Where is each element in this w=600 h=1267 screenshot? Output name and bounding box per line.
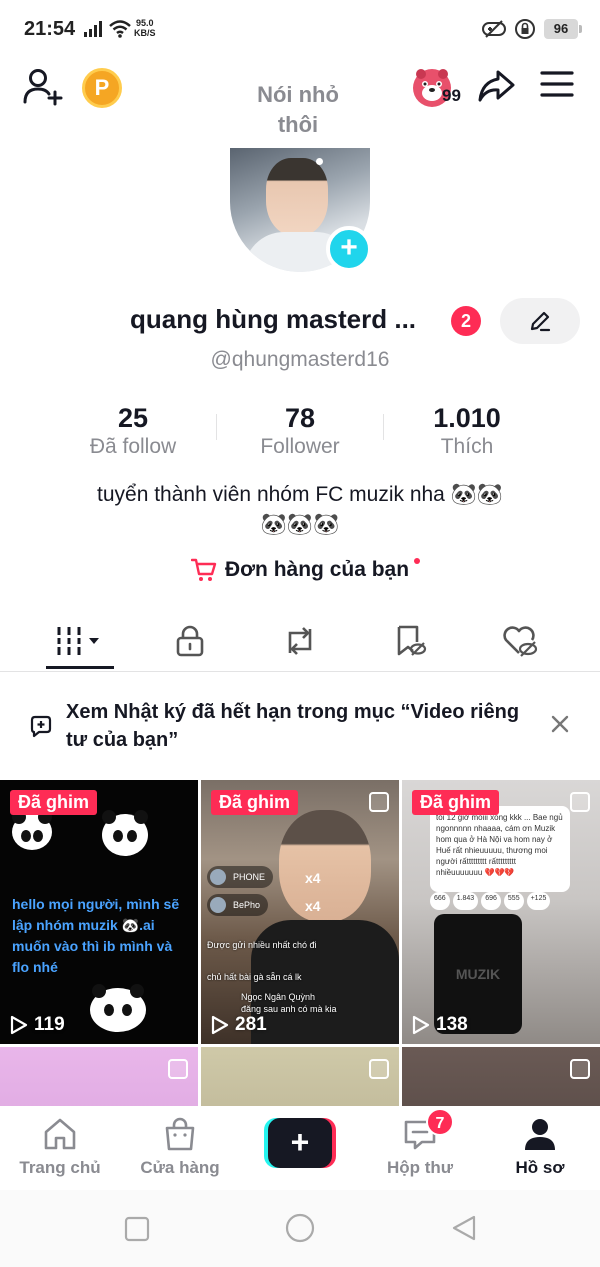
- orders-label: Đơn hàng của bạn: [224, 558, 410, 581]
- coin-icon[interactable]: P: [82, 68, 122, 108]
- add-friend-icon[interactable]: [22, 66, 64, 108]
- mascot-count: 99: [442, 86, 461, 105]
- profile-icon: [525, 1119, 555, 1150]
- game-controller-icon: [482, 20, 506, 38]
- close-icon[interactable]: [548, 712, 572, 736]
- inbox-badge: 7: [426, 1108, 454, 1136]
- video-thumbnail[interactable]: PHONE x4 BePho x4 Được gửi nhiều nhất ch…: [201, 780, 399, 1044]
- select-checkbox[interactable]: [570, 792, 590, 812]
- heart-hidden-icon: [503, 626, 538, 657]
- stat-likes[interactable]: 1.010 Thích: [383, 402, 551, 460]
- pencil-icon: [530, 311, 551, 332]
- play-icon: [412, 1015, 430, 1035]
- bottom-navigation: Trang chủ Cửa hàng + Hộp thư Hồ sơ: [0, 1106, 600, 1190]
- select-checkbox[interactable]: [168, 1059, 188, 1079]
- live-comment: Ngọc Ngân Quỳnh: [241, 992, 316, 1002]
- play-icon: [10, 1015, 28, 1035]
- shopping-bag-icon: [165, 1117, 195, 1151]
- pinned-badge: Đã ghim: [10, 790, 98, 815]
- network-speed: 95.0 KB/S: [134, 18, 156, 38]
- stat-followers[interactable]: 78 Follower: [216, 402, 384, 460]
- tab-saved[interactable]: [350, 612, 470, 670]
- system-navigation-bar: [0, 1190, 600, 1267]
- panda-sticker: [12, 810, 52, 850]
- video-caption: hello mọi người, mình sẽ lập nhóm muzik …: [12, 896, 180, 975]
- recents-icon[interactable]: [124, 1216, 150, 1242]
- person: [279, 810, 371, 922]
- bio: tuyển thành viên nhóm FC muzik nha 🐼🐼 🐼🐼…: [97, 483, 503, 536]
- video-thumbnail[interactable]: hello mọi người, mình sẽ lập nhóm muzik …: [0, 780, 198, 1044]
- view-count: 119: [10, 1014, 65, 1036]
- bookmark-hidden-icon: [397, 625, 427, 656]
- active-tab-indicator: [46, 666, 114, 669]
- live-comment: chủ hất bài gà sẵn cá lk: [207, 972, 302, 982]
- play-icon: [211, 1015, 229, 1035]
- pinned-badge: Đã ghim: [412, 790, 500, 815]
- avatar-face: [266, 158, 328, 236]
- tab-videos[interactable]: [20, 612, 140, 670]
- live-gift-row: PHONE: [207, 866, 274, 888]
- battery-indicator: 96: [544, 19, 582, 39]
- notice-text: Xem Nhật ký đã hết hạn trong mục “Video …: [66, 701, 520, 751]
- edit-profile-button[interactable]: [500, 298, 580, 344]
- profile-title: Nói nhỏ thôi: [257, 82, 339, 137]
- select-checkbox[interactable]: [570, 1059, 590, 1079]
- orders-notification-dot: [414, 558, 420, 564]
- create-plus-icon: +: [268, 1118, 332, 1168]
- display-name: quang hùng masterd ...: [130, 304, 417, 334]
- status-bar: 21:54 95.0 KB/S 96: [0, 0, 600, 60]
- wifi-icon: [109, 20, 131, 38]
- select-checkbox[interactable]: [369, 792, 389, 812]
- username-handle: @qhungmasterd16: [210, 348, 390, 371]
- status-time: 21:54: [24, 18, 76, 40]
- home-button-icon[interactable]: [284, 1212, 316, 1244]
- orders-link[interactable]: Đơn hàng của bạn: [0, 558, 600, 582]
- select-checkbox[interactable]: [369, 1059, 389, 1079]
- grid-icon: [57, 627, 99, 655]
- live-comment: đăng sau anh có mà kia: [241, 1004, 337, 1014]
- live-gift-row: BePho: [207, 894, 269, 916]
- lock-icon: [176, 625, 204, 657]
- stat-following[interactable]: 25 Đã follow: [49, 402, 217, 460]
- video-thumbnail[interactable]: toi 12 giờ moiii xong kkk ... Bae ngủ ng…: [402, 780, 600, 1044]
- person-shirt: [251, 920, 399, 1044]
- create-button[interactable]: +: [264, 1118, 336, 1168]
- gift-count: x4: [305, 870, 321, 886]
- add-diary-icon: [30, 715, 52, 738]
- view-count: 281: [211, 1014, 267, 1036]
- signal-icon: [84, 21, 102, 37]
- name-badge[interactable]: 2: [451, 306, 481, 336]
- pinned-badge: Đã ghim: [211, 790, 299, 815]
- home-icon: [44, 1118, 76, 1150]
- view-count: 138: [412, 1014, 468, 1036]
- panda-sticker: [90, 984, 146, 1032]
- avatar-story-dot: [316, 158, 323, 165]
- cart-icon: [190, 558, 217, 581]
- lock-rotation-icon: [515, 19, 535, 39]
- menu-icon[interactable]: [540, 70, 574, 98]
- panda-sticker: [102, 810, 148, 856]
- add-story-button[interactable]: +: [326, 226, 372, 272]
- share-icon[interactable]: [476, 66, 516, 106]
- profile-tabs: [0, 612, 600, 672]
- tab-private[interactable]: [130, 612, 250, 670]
- chat-bubble: toi 12 giờ moiii xong kkk ... Bae ngủ ng…: [430, 806, 570, 892]
- tab-liked[interactable]: [460, 612, 580, 670]
- tab-reposts[interactable]: [240, 612, 360, 670]
- back-icon[interactable]: [450, 1214, 478, 1242]
- repost-icon: [288, 627, 312, 655]
- gift-count: x4: [305, 898, 321, 914]
- live-comment: Được gửi nhiều nhất chó đi: [207, 940, 317, 950]
- post-stats-bar: 666 1.843 696 555 +125: [430, 892, 594, 910]
